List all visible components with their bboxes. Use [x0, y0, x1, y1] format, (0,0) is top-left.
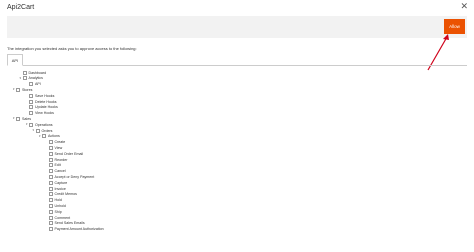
tree-node-label: View Hooks	[35, 111, 54, 116]
checkbox-icon[interactable]	[48, 169, 53, 174]
checkbox-icon[interactable]	[48, 215, 53, 220]
tree-node-label: Send Sales Emails	[54, 221, 85, 226]
checkbox-icon[interactable]	[29, 122, 33, 127]
tree-node-label: Create	[54, 140, 66, 145]
checkbox-icon[interactable]	[48, 140, 53, 145]
checkbox-icon[interactable]	[48, 198, 53, 203]
checkbox-icon[interactable]	[29, 82, 33, 87]
tree-node[interactable]: Edit	[46, 163, 61, 168]
tab-api[interactable]: API	[7, 54, 23, 66]
checkbox-icon[interactable]	[48, 151, 53, 156]
checkbox-icon[interactable]	[48, 227, 53, 232]
tree-node-label: Edit	[54, 163, 61, 168]
tree-node[interactable]: Send Order Email	[46, 151, 84, 156]
action-bar: Allow	[7, 16, 467, 38]
tree-node[interactable]: ▾ Operations	[26, 122, 53, 127]
tree-node[interactable]: Accept or Deny Payment	[46, 174, 95, 179]
tree-node-label: Operations	[35, 122, 53, 127]
tree-node-label: Orders	[41, 128, 53, 133]
tree-node-label: View	[54, 145, 63, 150]
checkbox-icon[interactable]	[48, 145, 53, 150]
tree-node[interactable]: Save Hooks	[26, 93, 54, 98]
tree-node[interactable]: ▾ Orders	[33, 128, 53, 133]
tree-node[interactable]: Credit Memos	[46, 192, 77, 197]
tree-node-label: Capture	[54, 180, 68, 185]
checkbox-icon[interactable]	[48, 163, 53, 168]
tree-node[interactable]: API	[26, 82, 41, 87]
tree-node-label: API	[35, 82, 41, 87]
checkbox-icon[interactable]	[22, 70, 27, 75]
tree-node[interactable]: ▾ Sales	[13, 116, 31, 121]
checkbox-icon[interactable]	[29, 105, 33, 110]
tree-node-label: Unhold	[54, 203, 66, 208]
close-icon[interactable]: ✕	[460, 2, 468, 11]
tree-node-label: Sales	[22, 116, 31, 121]
tree-node[interactable]: View Hooks	[26, 111, 54, 116]
tree-node[interactable]: Hold	[46, 198, 62, 203]
tree-node[interactable]: Unhold	[46, 203, 66, 208]
tree-node[interactable]: Cancel	[46, 169, 66, 174]
tree-node[interactable]: Send Sales Emails	[46, 221, 85, 226]
tree-node-label: Ship	[54, 209, 62, 214]
tree-node[interactable]: ▾ Actions	[39, 134, 60, 139]
tree-node-label: Dashboard	[28, 70, 47, 75]
checkbox-icon[interactable]	[29, 93, 33, 98]
checkbox-icon[interactable]	[48, 209, 53, 214]
tab-row: API	[7, 54, 467, 66]
tree-node-label: Analytics	[28, 76, 43, 81]
modal-title: Api2Cart	[7, 4, 35, 11]
tree-node[interactable]: Ship	[46, 209, 62, 214]
tree-node-label: Comment	[54, 215, 71, 220]
checkbox-icon[interactable]	[48, 180, 53, 185]
checkbox-icon[interactable]	[48, 192, 53, 197]
tree-node-label: Invoice	[54, 186, 66, 191]
tree-node[interactable]: Payment Amount Authorization	[46, 227, 104, 232]
tree-node-label: Payment Amount Authorization	[54, 227, 104, 232]
tree-node-label: Save Hooks	[35, 93, 55, 98]
tree-node[interactable]: Create	[46, 140, 66, 145]
tree-node-label: Cancel	[54, 169, 66, 174]
checkbox-icon[interactable]	[29, 111, 33, 116]
tree-node[interactable]: Update Hooks	[26, 105, 58, 110]
tree-node-label: Stores	[22, 87, 33, 92]
checkbox-icon[interactable]	[48, 157, 53, 162]
checkbox-icon[interactable]	[35, 128, 40, 133]
tree-node[interactable]: ▾ Stores	[13, 87, 32, 92]
intro-text: The integration you selected asks you to…	[7, 46, 137, 51]
allow-button[interactable]: Allow	[444, 19, 465, 34]
tree-node-label: Reorder	[54, 157, 68, 162]
tree-node-label: Delete Hooks	[35, 99, 57, 104]
tree-node[interactable]: Capture	[46, 180, 68, 185]
checkbox-icon[interactable]	[48, 203, 53, 208]
checkbox-icon[interactable]	[29, 99, 33, 104]
tree-node-label: Accept or Deny Payment	[54, 174, 95, 179]
checkbox-icon[interactable]	[22, 76, 27, 81]
tree-node[interactable]: Delete Hooks	[26, 99, 57, 104]
tree-node[interactable]: ▾ Analytics	[20, 76, 43, 81]
tree-node-label: Actions	[48, 134, 60, 139]
tree-node[interactable]: Comment	[46, 215, 71, 220]
tree-node[interactable]: View	[46, 145, 63, 150]
tree-node-label: Send Order Email	[54, 151, 84, 156]
tree-node-label: Credit Memos	[54, 192, 77, 197]
tree-node[interactable]: Invoice	[46, 186, 66, 191]
checkbox-icon[interactable]	[48, 186, 53, 191]
tree-node[interactable]: Reorder	[46, 157, 68, 162]
checkbox-icon[interactable]	[16, 87, 20, 92]
tree-node-label: Update Hooks	[35, 105, 58, 110]
checkbox-icon[interactable]	[48, 174, 53, 179]
tree-node-label: Hold	[54, 198, 62, 203]
checkbox-icon[interactable]	[48, 221, 53, 226]
checkbox-icon[interactable]	[16, 116, 20, 121]
checkbox-icon[interactable]	[42, 134, 46, 139]
tree-node[interactable]: Dashboard	[20, 70, 47, 75]
